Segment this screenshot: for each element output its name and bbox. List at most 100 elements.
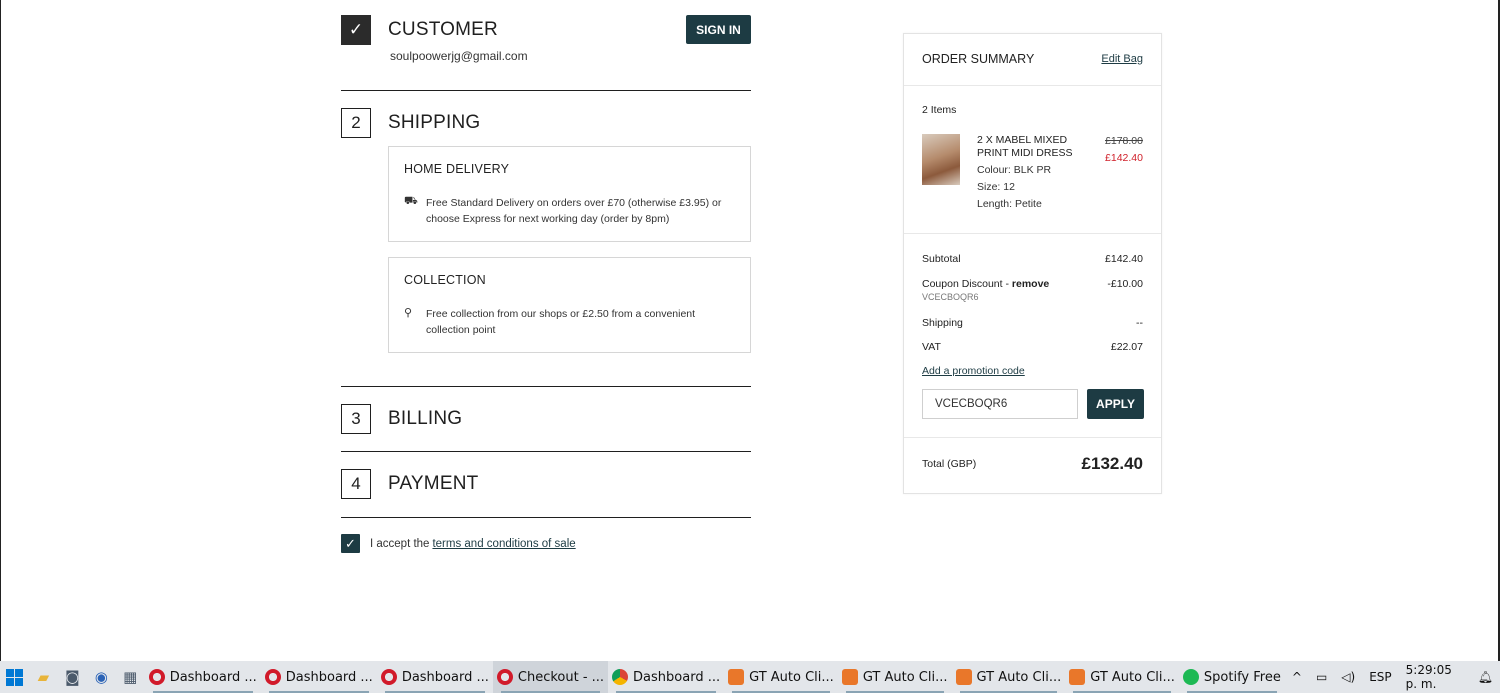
collection-option[interactable]: COLLECTION ⚲ Free collection from our sh… <box>388 257 751 353</box>
app-label: Dashboard ... <box>633 669 721 685</box>
product-name: 2 X MABEL MIXED PRINT MIDI DRESS <box>977 134 1073 159</box>
terms-checkbox[interactable]: ✓ <box>341 534 360 553</box>
shipping-label: Shipping <box>922 317 963 329</box>
notification-icon[interactable]: 🔔︎ <box>1478 670 1493 684</box>
gt-auto-clicker-icon <box>841 669 858 685</box>
remove-coupon-link[interactable]: remove <box>1012 278 1049 290</box>
home-delivery-option[interactable]: HOME DELIVERY ⛟ Free Standard Delivery o… <box>388 146 751 242</box>
vat-value: £22.07 <box>1110 341 1143 353</box>
chevron-up-icon[interactable]: ^ <box>1292 670 1302 684</box>
language-indicator[interactable]: ESP <box>1369 670 1391 684</box>
add-promotion-link[interactable]: Add a promotion code <box>922 365 1025 377</box>
taskbar-app[interactable]: GT Auto Cli... <box>838 661 952 693</box>
order-summary-title: ORDER SUMMARY <box>922 52 1035 66</box>
option-title: COLLECTION <box>404 273 486 287</box>
volume-icon[interactable]: ◁) <box>1341 670 1355 684</box>
gt-auto-clicker-icon <box>955 669 972 685</box>
divider <box>341 517 751 518</box>
windows-start-icon[interactable] <box>0 661 29 693</box>
taskbar-app[interactable]: GT Auto Cli... <box>952 661 1066 693</box>
app-label: Checkout - ... <box>517 669 605 685</box>
app-label: GT Auto Cli... <box>862 669 948 685</box>
spotify-icon <box>1182 669 1199 685</box>
option-description: Free collection from our shops or £2.50 … <box>426 308 696 336</box>
promo-code-input[interactable] <box>922 389 1078 419</box>
option-description: Free Standard Delivery on orders over £7… <box>426 197 722 225</box>
taskbar-app[interactable]: GT Auto Cli... <box>1065 661 1179 693</box>
app-label: GT Auto Cli... <box>1090 669 1175 685</box>
payment-title: PAYMENT <box>388 473 479 494</box>
clock[interactable]: 5:29:05 p. m. <box>1406 663 1464 691</box>
network-icon[interactable]: ▭ <box>1316 670 1327 684</box>
taskbar-app[interactable]: Dashboard ... <box>608 661 724 693</box>
shipping-step-header[interactable]: 2 SHIPPING <box>341 108 480 138</box>
taskbar-app[interactable]: Dashboard ... <box>377 661 493 693</box>
order-summary: ORDER SUMMARY Edit Bag 2 Items 2 X MABEL… <box>903 33 1162 494</box>
gt-auto-clicker-icon <box>728 669 745 685</box>
app-label: Dashboard ... <box>169 669 257 685</box>
customer-step-header[interactable]: ✓ CUSTOMER <box>341 15 498 45</box>
subtotal-label: Subtotal <box>922 253 961 265</box>
billing-title: BILLING <box>388 408 463 429</box>
taskbar-app[interactable]: GT Auto Cli... <box>724 661 838 693</box>
taskbar: ▰ ◙ ◉ ▦ Dashboard ... Dashboard ... Dash… <box>0 661 1500 693</box>
coupon-code: VCECBOQR6 <box>922 292 979 302</box>
product-size: Size: 12 <box>977 181 1015 193</box>
vat-label: VAT <box>922 341 941 353</box>
coupon-value: -£10.00 <box>1107 278 1143 290</box>
total-label: Total (GBP) <box>922 458 977 470</box>
step-number: 3 <box>341 404 371 434</box>
product-length: Length: Petite <box>977 198 1042 210</box>
customer-email: soulpoowerjg@gmail.com <box>390 49 528 63</box>
billing-step-header[interactable]: 3 BILLING <box>341 404 462 434</box>
app-label: Dashboard ... <box>401 669 489 685</box>
gt-auto-clicker-icon <box>1069 669 1086 685</box>
opera-icon <box>264 669 281 685</box>
terms-link[interactable]: terms and conditions of sale <box>432 538 575 550</box>
original-price: £178.00 <box>1105 135 1143 147</box>
option-title: HOME DELIVERY <box>404 162 510 176</box>
taskbar-app[interactable]: Dashboard ... <box>145 661 261 693</box>
payment-step-header[interactable]: 4 PAYMENT <box>341 469 478 499</box>
opera-icon <box>496 669 513 685</box>
edit-bag-link[interactable]: Edit Bag <box>1101 53 1143 65</box>
divider <box>904 85 1161 86</box>
divider <box>341 386 751 387</box>
terms-row: ✓ I accept the terms and conditions of s… <box>341 534 576 553</box>
customer-title: CUSTOMER <box>388 19 498 40</box>
sign-in-button[interactable]: SIGN IN <box>686 15 751 44</box>
opera-icon <box>148 669 165 685</box>
calculator-icon[interactable]: ▦ <box>116 661 145 693</box>
location-pin-icon: ⚲ <box>404 307 413 319</box>
step-number: 4 <box>341 469 371 499</box>
divider <box>341 90 751 91</box>
camera-icon[interactable]: ◙ <box>58 661 87 693</box>
chrome-icon <box>612 669 629 685</box>
divider <box>904 437 1161 438</box>
truck-icon: ⛟ <box>404 195 418 207</box>
total-value: £132.40 <box>1081 454 1143 473</box>
items-count: 2 Items <box>922 104 957 116</box>
terms-prefix: I accept the <box>370 537 430 550</box>
product-thumbnail[interactable] <box>922 134 960 185</box>
app-label: GT Auto Cli... <box>749 669 834 685</box>
opera-icon <box>380 669 397 685</box>
divider <box>341 451 751 452</box>
taskbar-app[interactable]: Spotify Free <box>1179 661 1285 693</box>
sale-price: £142.40 <box>1105 152 1143 164</box>
app-label: GT Auto Cli... <box>976 669 1062 685</box>
step-number: 2 <box>341 108 371 138</box>
subtotal-value: £142.40 <box>1105 253 1143 265</box>
taskbar-app-active[interactable]: Checkout - ... <box>492 661 609 693</box>
maps-icon[interactable]: ◉ <box>87 661 116 693</box>
coupon-label: Coupon Discount - <box>922 278 1012 290</box>
apply-button[interactable]: APPLY <box>1087 389 1144 419</box>
shipping-title: SHIPPING <box>388 112 481 133</box>
folder-icon[interactable]: ▰ <box>29 661 58 693</box>
taskbar-app[interactable]: Dashboard ... <box>261 661 377 693</box>
shipping-value: -- <box>1136 317 1143 329</box>
app-label: Spotify Free <box>1203 669 1281 685</box>
system-tray: ^ ▭ ◁) ESP 5:29:05 p. m. 🔔︎ <box>1285 663 1500 691</box>
product-colour: Colour: BLK PR <box>977 164 1052 176</box>
coupon-row: Coupon Discount - remove <box>922 278 1049 290</box>
